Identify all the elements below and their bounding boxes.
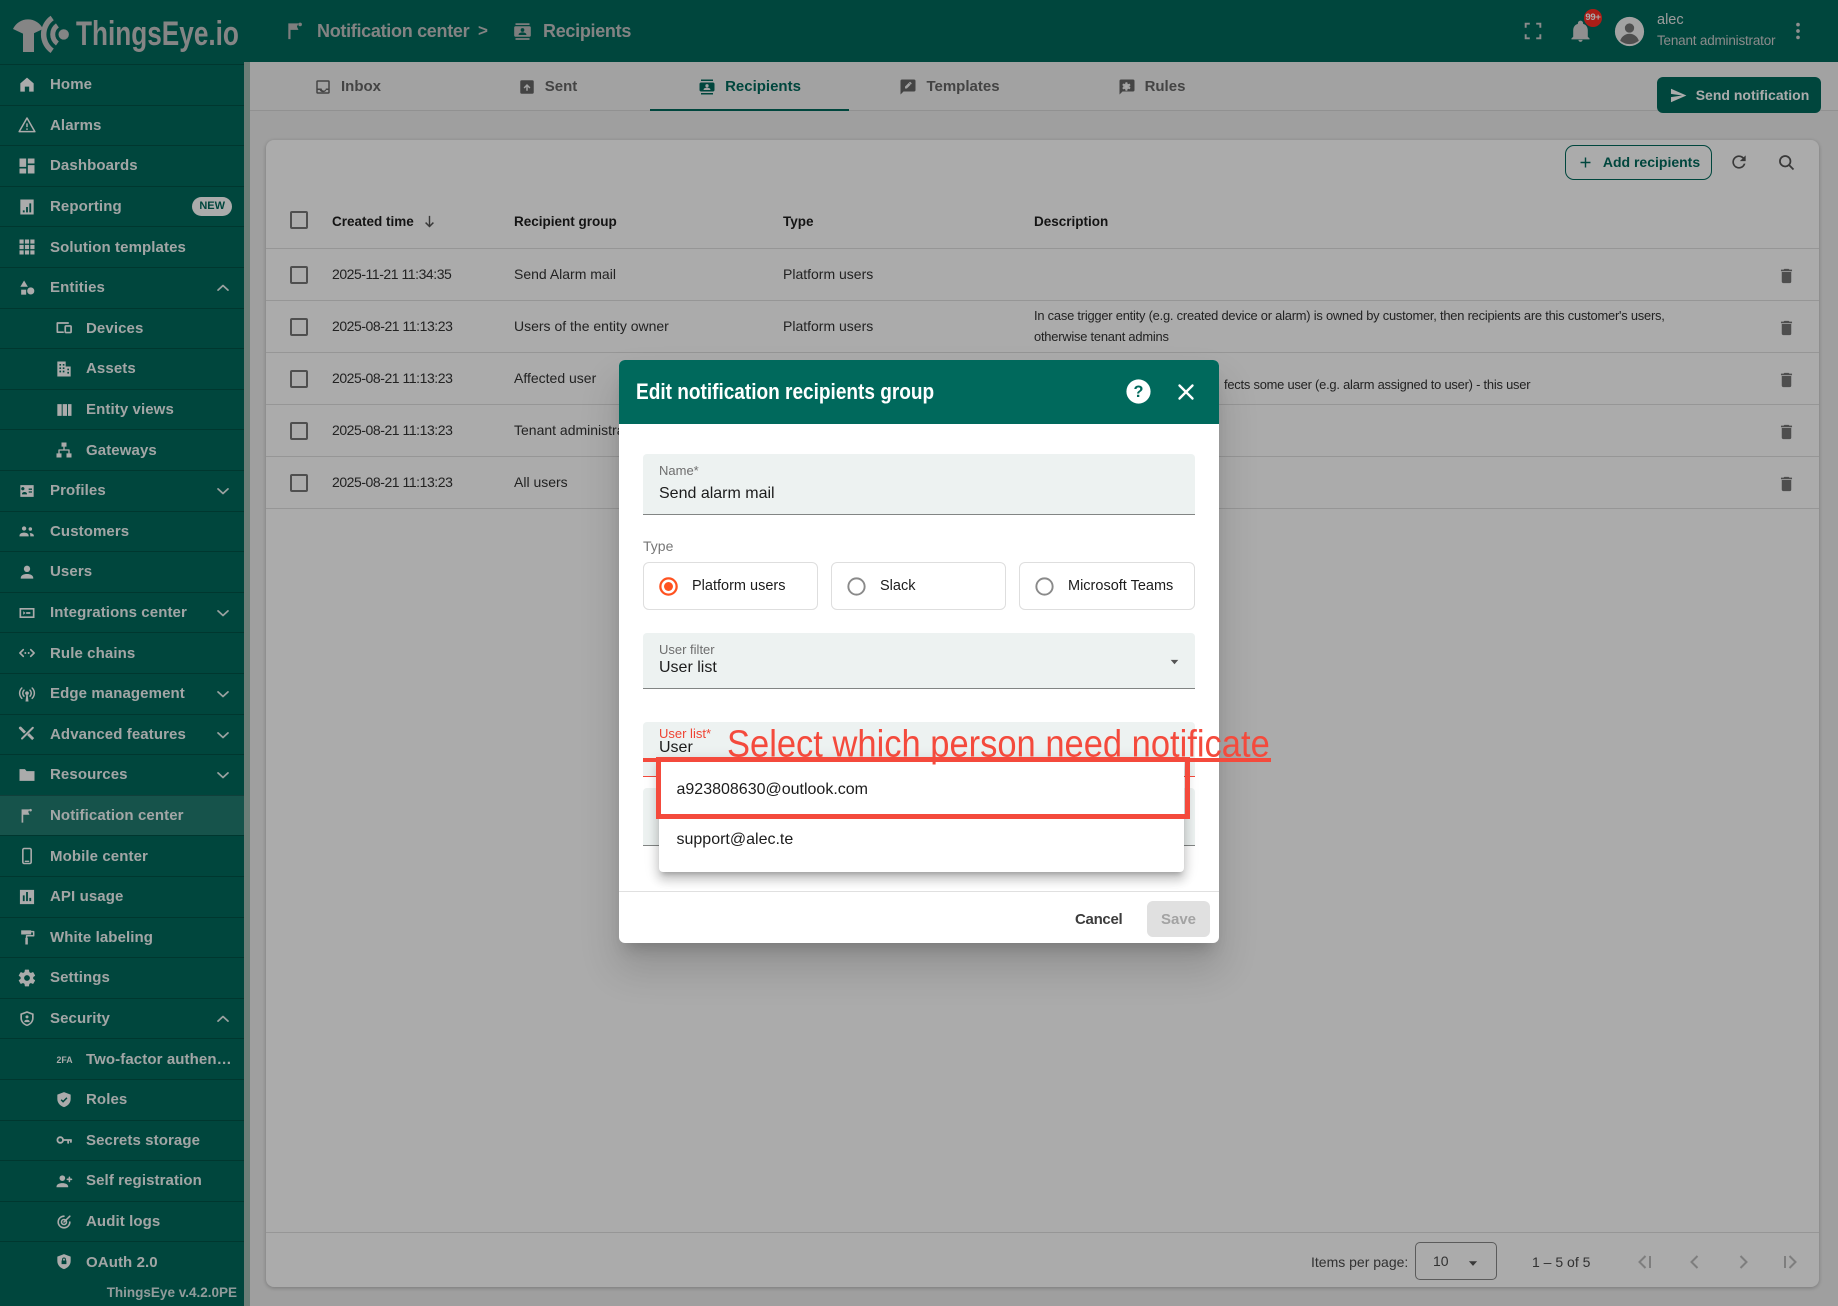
svg-text:?: ? [1134, 383, 1144, 401]
